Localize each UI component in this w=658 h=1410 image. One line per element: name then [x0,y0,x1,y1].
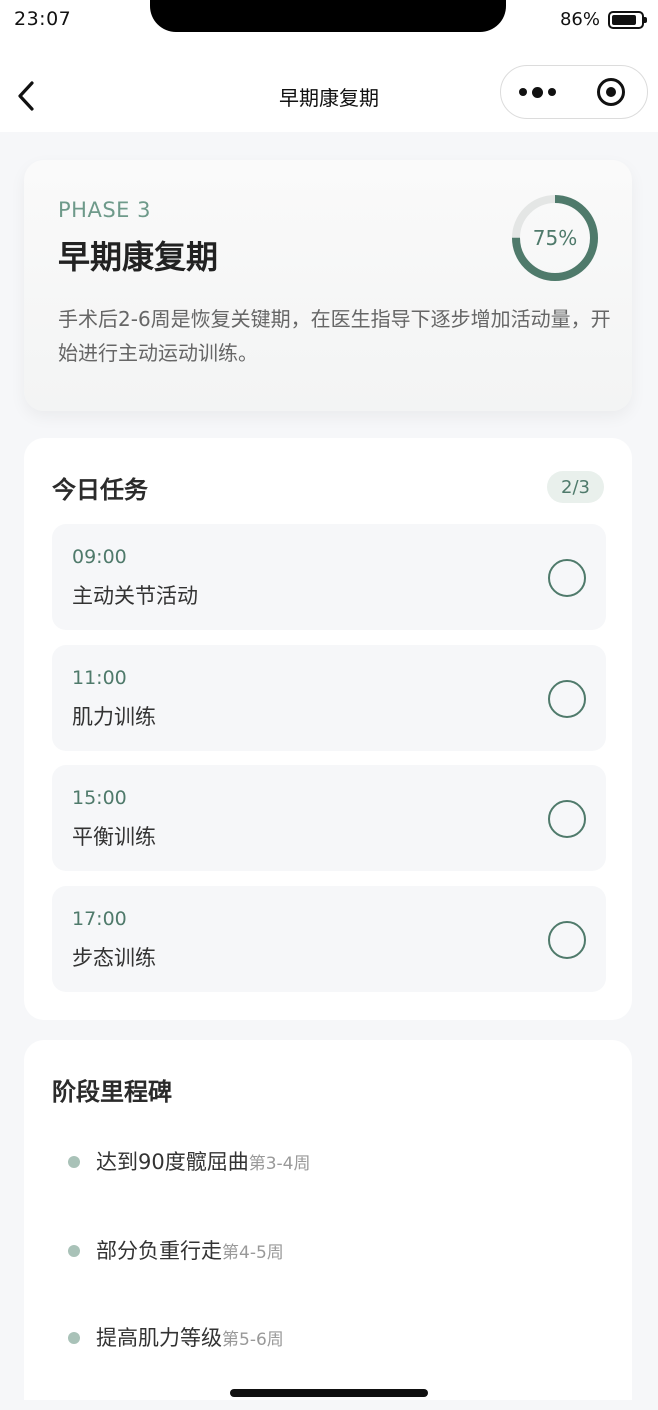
task-time: 09:00 [72,546,127,568]
task-checkbox[interactable] [548,800,586,838]
more-dots-icon-center [531,86,543,98]
milestones-title: 阶段里程碑 [52,1078,172,1106]
milestone-name: 提高肌力等级 [96,1326,222,1350]
task-checkbox[interactable] [548,921,586,959]
close-button[interactable] [575,66,648,118]
more-button[interactable] [501,66,574,118]
milestone-item: 达到90度髋屈曲 第3-4周 [68,1146,311,1176]
mini-program-capsule [500,65,648,119]
task-time: 17:00 [72,908,127,930]
battery-icon [608,10,647,29]
today-tasks-card: 今日任务 2/3 09:00 主动关节活动 11:00 肌力训练 15:00 平… [24,438,632,1020]
battery-status: 86% [559,9,647,30]
progress-percentage: 75% [532,226,578,250]
phase-title: 早期康复期 [58,238,219,276]
more-dots-icon-end [547,88,556,96]
phase-card: PHASE 3 早期康复期 手术后2-6周是恢复关键期，在医生指导下逐步增加活动… [24,160,632,411]
milestones-card: 阶段里程碑 达到90度髋屈曲 第3-4周 部分负重行走 第4-5周 提高肌力等级… [24,1040,632,1400]
status-time: 23:07 [14,8,72,30]
tasks-title: 今日任务 [52,476,148,504]
phase-description: 手术后2-6周是恢复关键期，在医生指导下逐步增加活动量，开始进行主动运动训练。 [58,307,611,365]
task-checkbox[interactable] [548,559,586,597]
task-time: 11:00 [72,667,127,689]
milestone-item: 部分负重行走 第4-5周 [68,1235,284,1265]
task-name: 肌力训练 [72,705,156,729]
phase-label: PHASE 3 [58,198,151,222]
task-item[interactable]: 09:00 主动关节活动 [52,524,606,630]
milestone-dot [68,1156,80,1168]
milestone-dot [68,1245,80,1257]
task-item[interactable]: 11:00 肌力训练 [52,645,606,751]
target-circle-icon [596,78,625,106]
milestone-name: 部分负重行走 [96,1239,222,1263]
task-count-badge: 2/3 [547,471,604,503]
task-name: 主动关节活动 [72,584,198,608]
task-name: 步态训练 [72,946,156,970]
milestone-week: 第4-5周 [222,1243,284,1263]
device-notch [150,0,506,32]
more-dots-icon [518,88,527,96]
task-item[interactable]: 17:00 步态训练 [52,886,606,992]
milestone-item: 提高肌力等级 第5-6周 [68,1322,284,1352]
milestone-dot [68,1332,80,1344]
task-time: 15:00 [72,787,127,809]
milestone-name: 达到90度髋屈曲 [96,1150,249,1174]
milestone-week: 第3-4周 [248,1154,311,1174]
task-name: 平衡训练 [72,825,156,849]
status-bar: 23:07 86% [0,0,658,56]
nav-bar: 早期康复期 [0,56,658,132]
task-item[interactable]: 15:00 平衡训练 [52,765,606,871]
milestone-week: 第5-6周 [222,1330,284,1350]
home-indicator [230,1389,428,1397]
task-checkbox[interactable] [548,680,586,718]
battery-percentage: 86% [559,9,600,30]
